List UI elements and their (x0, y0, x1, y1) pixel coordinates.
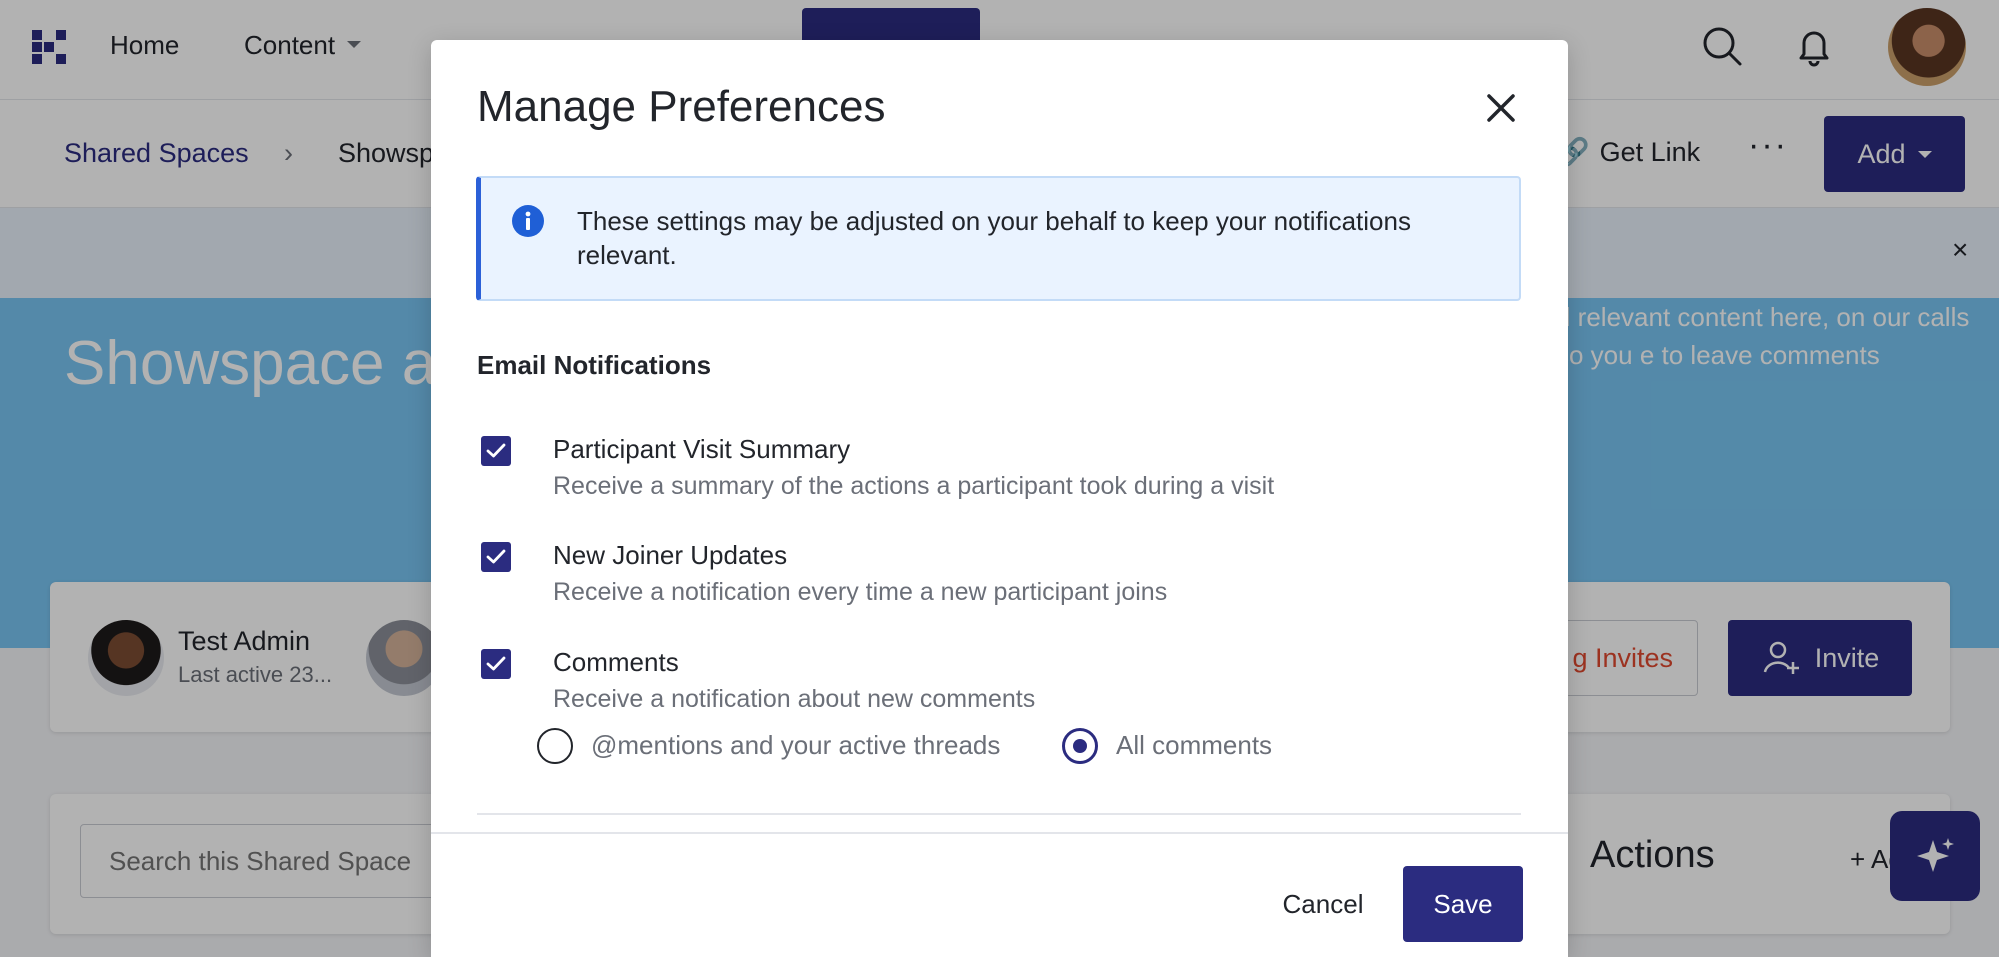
info-callout: These settings may be adjusted on your b… (476, 176, 1521, 301)
checkmark-icon (486, 656, 506, 671)
all-comments-radio[interactable] (1062, 728, 1098, 764)
save-button[interactable]: Save (1403, 866, 1523, 942)
participant-visit-summary-checkbox[interactable] (481, 436, 511, 466)
option-label[interactable]: New Joiner Updates (553, 540, 787, 571)
option-description: Receive a notification about new comment… (553, 685, 1036, 713)
cancel-button[interactable]: Cancel (1253, 866, 1393, 942)
close-icon (1487, 94, 1515, 122)
info-icon (512, 205, 544, 237)
option-label[interactable]: Comments (553, 647, 679, 678)
info-text: These settings may be adjusted on your b… (577, 206, 1411, 270)
manage-preferences-dialog: Manage Preferences These settings may be… (431, 40, 1568, 957)
comments-checkbox[interactable] (481, 649, 511, 679)
new-joiner-updates-checkbox[interactable] (481, 542, 511, 572)
checkmark-icon (486, 443, 506, 458)
section-divider (477, 813, 1521, 815)
mentions-radio[interactable] (537, 728, 573, 764)
all-comments-radio-label[interactable]: All comments (1116, 730, 1272, 761)
option-description: Receive a notification every time a new … (553, 578, 1168, 606)
section-title-email-notifications: Email Notifications (477, 350, 712, 380)
footer-divider (431, 832, 1568, 834)
close-button[interactable] (1477, 84, 1525, 132)
checkmark-icon (486, 549, 506, 564)
option-description: Receive a summary of the actions a parti… (553, 472, 1275, 500)
mentions-radio-label[interactable]: @mentions and your active threads (591, 730, 1000, 761)
option-label[interactable]: Participant Visit Summary (553, 434, 850, 465)
dialog-title: Manage Preferences (477, 82, 886, 131)
